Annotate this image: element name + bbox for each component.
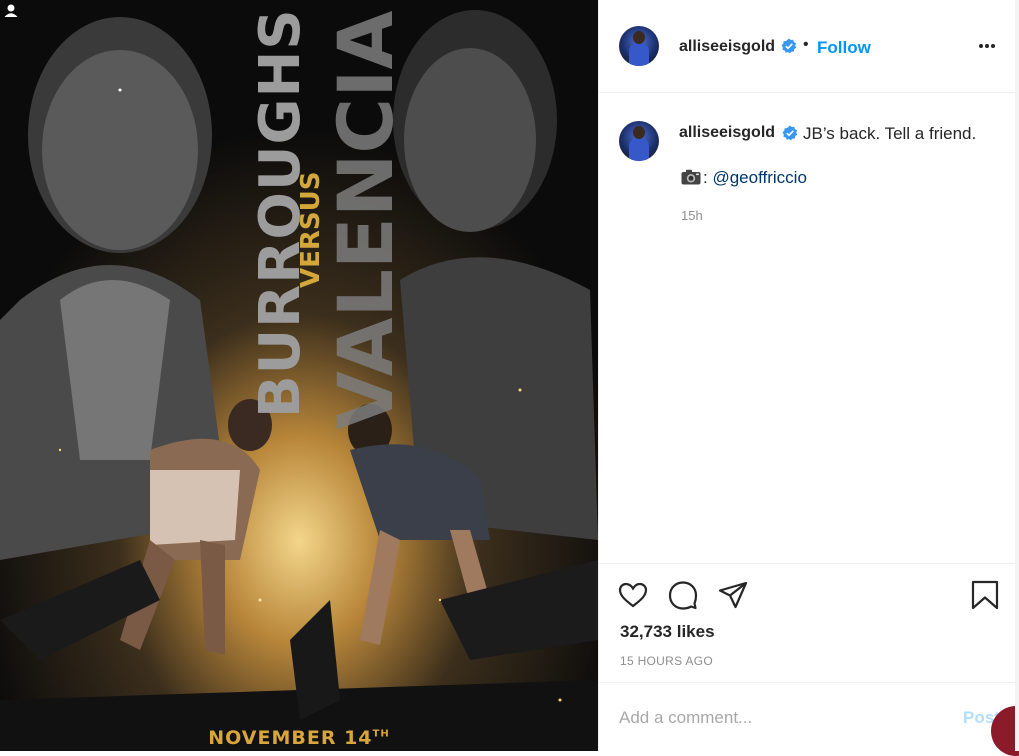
caption-username[interactable]: alliseeisgold bbox=[679, 124, 775, 142]
more-options-icon[interactable] bbox=[977, 38, 997, 54]
post-timestamp[interactable]: 15 HOURS AGO bbox=[620, 654, 713, 668]
verified-badge-icon bbox=[781, 38, 797, 54]
camera-icon bbox=[681, 169, 701, 185]
photo-credit: : @geoffriccio bbox=[681, 168, 807, 188]
poster-date-suffix: TH bbox=[372, 728, 390, 740]
follow-button[interactable]: Follow bbox=[817, 38, 871, 58]
header-username[interactable]: alliseeisgold bbox=[679, 38, 775, 56]
caption-avatar[interactable] bbox=[619, 121, 659, 161]
verified-badge-icon bbox=[782, 125, 798, 141]
comment-box: Post bbox=[599, 682, 1019, 751]
post-image[interactable]: BURROUGHS VERSUS VALENCIA NOVEMBER 14TH bbox=[0, 0, 598, 751]
poster-name-right: VALENCIA bbox=[321, 10, 410, 430]
heart-icon[interactable] bbox=[617, 579, 649, 611]
header-separator: • bbox=[803, 36, 809, 53]
credit-handle-link[interactable]: @geoffriccio bbox=[712, 168, 806, 187]
caption-text: JB’s back. Tell a friend. bbox=[803, 124, 977, 143]
bookmark-icon[interactable] bbox=[969, 579, 1001, 611]
comment-icon[interactable] bbox=[667, 579, 699, 611]
caption-area: alliseeisgold JB’s back. Tell a friend. … bbox=[599, 93, 1019, 563]
scrollbar-track[interactable] bbox=[1015, 0, 1019, 751]
poster-date-main: NOVEMBER 14 bbox=[208, 727, 373, 749]
post-header: alliseeisgold • Follow bbox=[599, 0, 1019, 93]
likes-count[interactable]: 32,733 likes bbox=[620, 622, 715, 642]
comment-input[interactable] bbox=[619, 706, 949, 730]
caption-time[interactable]: 15h bbox=[681, 208, 703, 223]
post-side-panel: alliseeisgold • Follow alliseeisgold JB’… bbox=[598, 0, 1019, 756]
credit-prefix: : bbox=[703, 168, 708, 187]
user-tag-icon[interactable] bbox=[0, 0, 22, 22]
avatar[interactable] bbox=[619, 26, 659, 66]
poster-date: NOVEMBER 14TH bbox=[0, 727, 598, 749]
post-actions: 32,733 likes 15 HOURS AGO bbox=[599, 563, 1019, 683]
paper-plane-icon[interactable] bbox=[717, 579, 749, 611]
